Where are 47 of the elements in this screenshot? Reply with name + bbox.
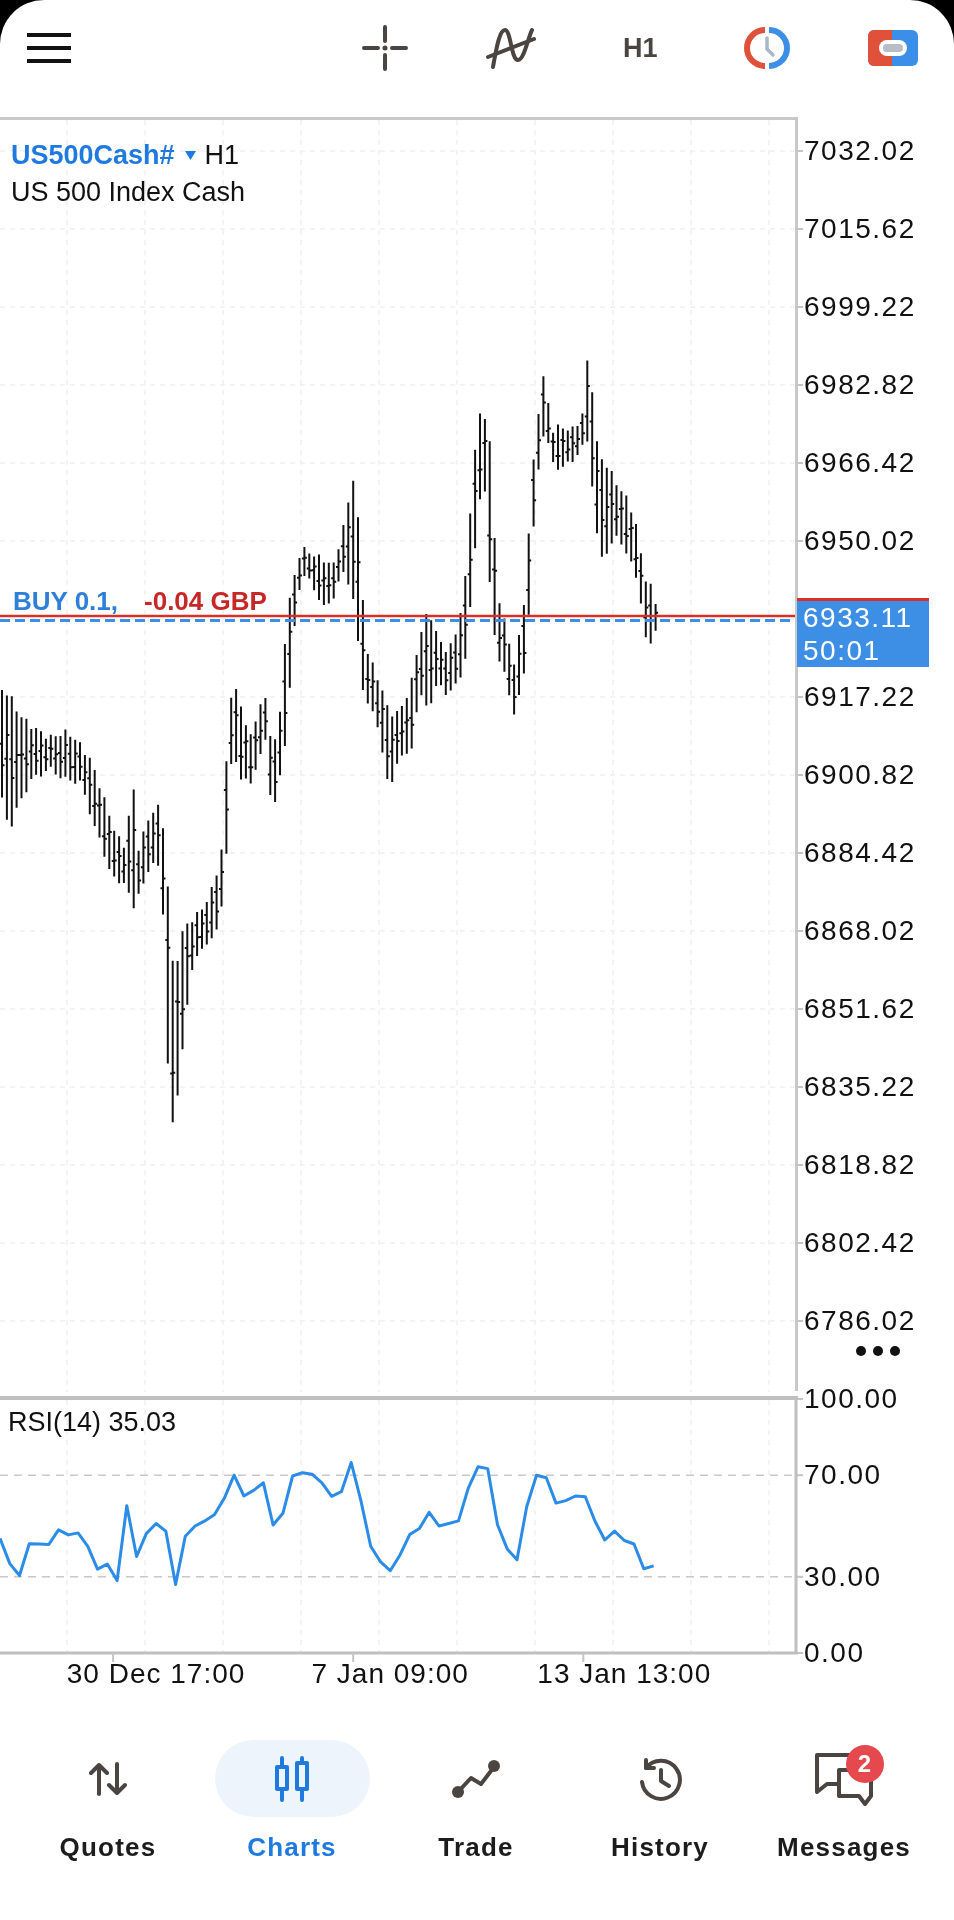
price-label: 6818.82 <box>804 1148 916 1182</box>
date-label: 7 Jan 09:00 <box>311 1657 469 1691</box>
nav-tab[interactable]: Quotes <box>30 1716 186 1863</box>
price-label: 6835.22 <box>804 1070 916 1104</box>
indicator-title: RSI(14) 35.03 <box>8 1406 177 1438</box>
price-label: 6900.82 <box>804 758 916 792</box>
nav-tab[interactable]: Trade <box>398 1716 554 1863</box>
price-label: 6868.02 <box>804 914 916 948</box>
price-label: 6802.42 <box>804 1226 916 1260</box>
nav-tab[interactable]: History <box>582 1716 738 1863</box>
line-chart-icon <box>451 1758 501 1799</box>
wave-icon[interactable] <box>485 26 537 70</box>
axis-label: 0.00 <box>804 1636 865 1670</box>
current-price: 6933.11 <box>803 601 914 634</box>
price-label: 7032.02 <box>804 134 916 168</box>
timeframe-label: H1 <box>204 139 240 171</box>
axis-label: 70.00 <box>804 1458 882 1493</box>
arrows-icon <box>88 1760 128 1797</box>
caret-icon[interactable] <box>184 150 196 160</box>
profit-label: -0.04 GBP <box>144 585 267 617</box>
price-label: 6950.02 <box>804 524 916 558</box>
date-label: 30 Dec 17:00 <box>66 1657 246 1691</box>
axis-label: 100.00 <box>804 1382 899 1416</box>
countdown-timer: 50:01 <box>803 634 882 667</box>
toggle-icon[interactable] <box>867 30 918 66</box>
position-label: BUY 0.1, <box>13 585 118 617</box>
nav-tab[interactable]: Charts <box>214 1716 370 1863</box>
menu-icon[interactable] <box>27 33 71 63</box>
price-label: 6851.62 <box>804 992 916 1026</box>
axis-label: 30.00 <box>804 1559 882 1594</box>
price-label: 6999.22 <box>804 290 916 324</box>
price-label: 6966.42 <box>804 446 916 480</box>
timeframe-button[interactable]: H1 <box>623 31 658 65</box>
nav-tab[interactable]: 2 Messages <box>766 1716 922 1863</box>
price-label: 6884.42 <box>804 836 916 870</box>
more-icon[interactable] <box>856 1346 900 1356</box>
candlestick-icon <box>272 1755 312 1802</box>
price-label: 6982.82 <box>804 368 916 402</box>
symbol-description: US 500 Index Cash <box>11 176 246 208</box>
unread-badge: 2 <box>845 1745 884 1783</box>
clock-icon[interactable] <box>741 25 792 71</box>
price-label: 6786.02 <box>804 1304 916 1338</box>
price-label: 6917.22 <box>804 680 916 714</box>
price-label: 7015.62 <box>804 212 916 246</box>
symbol-name[interactable]: US500Cash# <box>11 139 175 171</box>
crosshair-icon[interactable] <box>361 24 409 72</box>
date-label: 13 Jan 13:00 <box>537 1657 712 1691</box>
